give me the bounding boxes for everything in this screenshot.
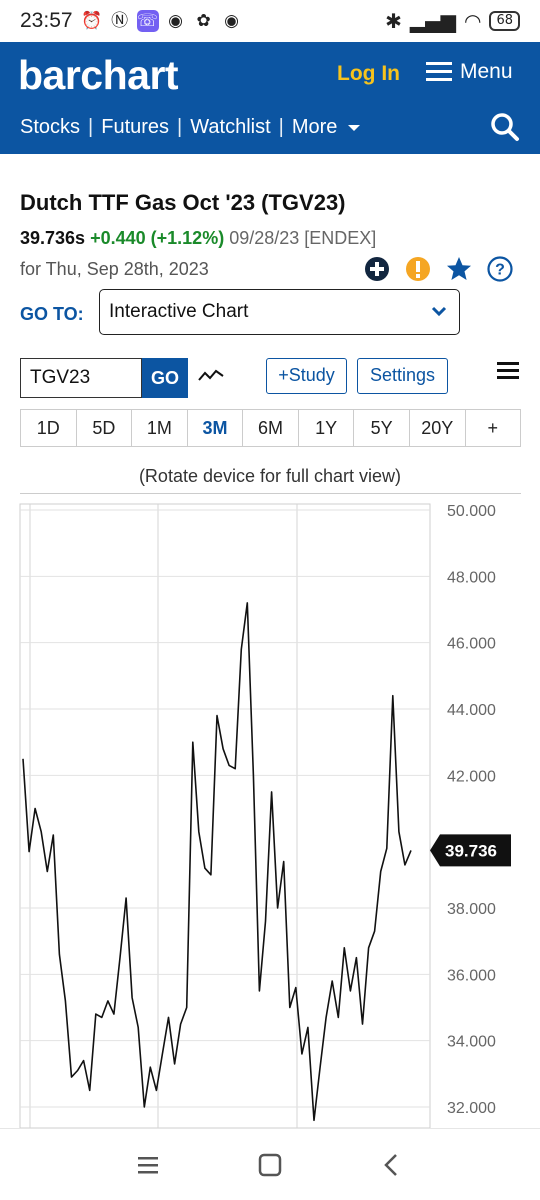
price-line: 39.736s +0.440 (+1.12%) 09/28/23 [ENDEX] xyxy=(20,228,376,249)
page-title: Dutch TTF Gas Oct '23 (TGV23) xyxy=(20,190,346,215)
period-3M[interactable]: 3M xyxy=(188,410,244,446)
star-icon[interactable] xyxy=(446,256,472,282)
goto-label: GO TO: xyxy=(20,304,84,324)
caret-down-icon xyxy=(347,125,360,131)
price-change: +0.440 (+1.12%) xyxy=(90,228,225,248)
period-1D[interactable]: 1D xyxy=(21,410,77,446)
y-tick-label: 48.000 xyxy=(447,569,496,586)
alarm-icon: ⏰ xyxy=(80,11,103,31)
chrome-icon: ◉ xyxy=(168,11,183,31)
last-value-label: 39.736 xyxy=(445,841,497,860)
line-chart-icon[interactable] xyxy=(198,365,224,387)
chart-menu-icon[interactable] xyxy=(497,362,519,380)
period-1Y[interactable]: 1Y xyxy=(299,410,355,446)
add-icon[interactable] xyxy=(364,256,390,282)
nav-more[interactable]: More xyxy=(292,116,361,139)
battery-icon: 68 xyxy=(489,11,520,31)
alert-icon[interactable] xyxy=(405,256,431,282)
main-nav: Stocks | Futures | Watchlist | More xyxy=(20,116,361,139)
study-button[interactable]: +Study xyxy=(266,358,347,394)
home-icon[interactable] xyxy=(256,1151,284,1179)
back-icon[interactable] xyxy=(378,1151,406,1179)
svg-text:?: ? xyxy=(495,262,505,279)
nfc-icon: Ⓝ xyxy=(111,11,129,31)
android-nav-bar xyxy=(0,1128,540,1200)
nav-separator: | xyxy=(88,116,94,138)
symbol-input[interactable]: TGV23 xyxy=(20,358,142,398)
y-tick-label: 44.000 xyxy=(447,702,496,719)
period-selector: 1D 5D 1M 3M 6M 1Y 5Y 20Y + xyxy=(20,409,521,447)
nav-separator: | xyxy=(177,116,183,138)
menu-button[interactable]: Menu xyxy=(426,60,513,84)
divider xyxy=(20,493,521,494)
viber-icon: ☏ xyxy=(136,10,159,32)
login-link[interactable]: Log In xyxy=(337,62,400,86)
status-time: 23:57 xyxy=(20,9,73,32)
price-chart[interactable]: 50.000 48.000 46.000 44.000 42.000 38.000 36.0… xyxy=(0,500,540,1128)
bluetooth-icon: ✱ xyxy=(385,9,402,33)
wifi-icon: ◠ xyxy=(464,9,482,33)
quote-date: for Thu, Sep 28th, 2023 xyxy=(20,259,209,279)
help-icon[interactable]: ? xyxy=(487,256,513,282)
nav-stocks[interactable]: Stocks xyxy=(20,116,80,139)
barchart-logo[interactable]: barchart xyxy=(18,52,179,99)
search-icon[interactable] xyxy=(490,112,520,142)
period-5Y[interactable]: 5Y xyxy=(354,410,410,446)
nav-futures[interactable]: Futures xyxy=(101,116,169,139)
app-icon: ✿ xyxy=(196,11,211,31)
signal-icon: ▂▄▆ xyxy=(409,9,456,33)
nav-separator: | xyxy=(278,116,284,138)
period-+[interactable]: + xyxy=(466,410,521,446)
hamburger-icon xyxy=(426,62,452,82)
nav-watchlist[interactable]: Watchlist xyxy=(190,116,270,139)
recent-apps-icon[interactable] xyxy=(134,1151,162,1179)
chrome-icon: ◉ xyxy=(224,11,239,31)
period-20Y[interactable]: 20Y xyxy=(410,410,466,446)
y-tick-label: 34.000 xyxy=(447,1034,496,1051)
price-line-series xyxy=(22,602,412,1122)
y-tick-label: 32.000 xyxy=(447,1100,496,1117)
y-tick-label: 50.000 xyxy=(447,503,496,520)
quote-meta: 09/28/23 [ENDEX] xyxy=(229,228,377,248)
goto-select[interactable]: Interactive Chart xyxy=(99,289,460,335)
site-header: barchart Log In Menu Stocks | Futures | … xyxy=(0,42,540,154)
settings-button[interactable]: Settings xyxy=(357,358,448,394)
go-button[interactable]: GO xyxy=(142,358,188,398)
period-6M[interactable]: 6M xyxy=(243,410,299,446)
y-tick-label: 46.000 xyxy=(447,636,496,653)
y-tick-label: 38.000 xyxy=(447,901,496,918)
nav-more-label: More xyxy=(291,116,338,138)
menu-label: Menu xyxy=(460,60,513,83)
y-tick-label: 42.000 xyxy=(447,768,496,785)
last-price: 39.736s xyxy=(20,228,86,248)
plot-frame xyxy=(19,503,431,1128)
y-tick-label: 36.000 xyxy=(447,967,496,984)
status-bar: 23:57 ⏰ Ⓝ ☏ ◉ ✿ ◉ ✱ ▂▄▆ ◠ 68 xyxy=(0,0,540,42)
chevron-down-icon xyxy=(431,306,447,317)
period-5D[interactable]: 5D xyxy=(77,410,133,446)
rotate-note: (Rotate device for full chart view) xyxy=(138,466,402,486)
goto-selected: Interactive Chart xyxy=(109,301,249,322)
quote-actions: ? xyxy=(364,256,513,282)
period-1M[interactable]: 1M xyxy=(132,410,188,446)
